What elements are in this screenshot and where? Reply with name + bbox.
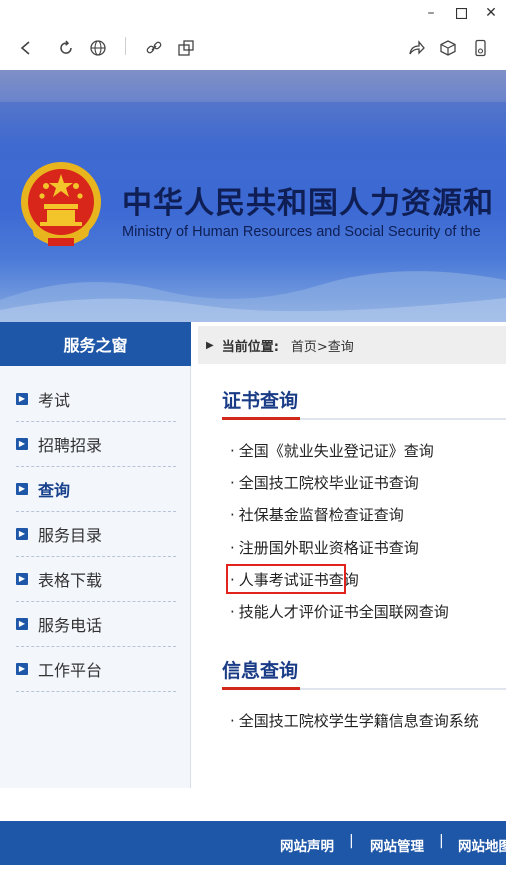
minimize-button[interactable]: – (420, 2, 442, 24)
sidebar-item-query[interactable]: ▶ 查询 (16, 466, 176, 512)
link-skill-evaluation-certificate[interactable]: · 技能人才评价证书全国联网查询 (230, 601, 449, 622)
sidebar-item-recruitment[interactable]: ▶ 招聘招录 (16, 421, 176, 467)
refresh-icon (60, 40, 72, 54)
site-banner: 中华人民共和国人力资源和 Ministry of Human Resources… (0, 70, 506, 322)
banner-wave-decoration (0, 271, 506, 322)
sidebar-item-service-directory[interactable]: ▶ 服务目录 (16, 511, 176, 557)
link-icon (146, 41, 162, 54)
sidebar-heading: 服务之窗 (0, 322, 191, 366)
sidebar-item-label: 工作平台 (38, 660, 103, 680)
site-subtitle: Ministry of Human Resources and Social S… (122, 224, 481, 240)
back-icon (20, 41, 30, 55)
site-footer: 网站声明 | 网站管理 | 网站地图 (0, 821, 506, 865)
refresh-button[interactable] (54, 36, 78, 60)
sidebar-item-form-download[interactable]: ▶ 表格下载 (16, 556, 176, 602)
3d-view-button[interactable] (436, 36, 460, 60)
link-employment-registration[interactable]: · 全国《就业失业登记证》查询 (230, 440, 434, 461)
cube-icon (440, 40, 456, 56)
sidebar-item-label: 表格下载 (38, 570, 103, 590)
breadcrumb: ▶ 当前位置: 首页>查询 (198, 326, 506, 364)
sidebar-item-label: 服务目录 (38, 525, 103, 545)
screenshot-icon (178, 40, 194, 56)
info-section-title: 信息查询 (222, 660, 299, 682)
footer-link-statement[interactable]: 网站声明 (280, 835, 334, 855)
send-to-phone-button[interactable] (468, 36, 492, 60)
sidebar-item-label: 招聘招录 (38, 435, 103, 455)
globe-icon (90, 40, 106, 56)
arrow-bullet-icon: ▶ (16, 617, 28, 630)
breadcrumb-label: 当前位置: (221, 339, 279, 355)
arrow-bullet-icon: ▶ (16, 392, 28, 405)
highlight-box (226, 564, 346, 594)
maximize-button[interactable] (450, 2, 472, 24)
arrow-bullet-icon: ▶ (16, 572, 28, 585)
footer-separator: | (349, 833, 354, 849)
banner-top-strip (0, 70, 506, 102)
window-titlebar: – ✕ (0, 0, 506, 26)
link-foreign-qualification[interactable]: · 注册国外职业资格证书查询 (230, 537, 419, 558)
sidebar-item-label: 查询 (38, 480, 71, 500)
browser-toolbar (0, 26, 506, 70)
arrow-bullet-icon: ▶ (16, 437, 28, 450)
copy-link-button[interactable] (142, 36, 166, 60)
footer-link-management[interactable]: 网站管理 (370, 835, 424, 855)
share-button[interactable] (404, 36, 428, 60)
sidebar-item-service-phone[interactable]: ▶ 服务电话 (16, 601, 176, 647)
national-emblem-icon (21, 162, 101, 246)
site-title: 中华人民共和国人力资源和 (122, 186, 494, 221)
close-button[interactable]: ✕ (480, 2, 502, 24)
maximize-icon (455, 7, 467, 19)
screenshot-button[interactable] (174, 36, 198, 60)
arrow-bullet-icon: ▶ (16, 662, 28, 675)
sidebar-item-label: 考试 (38, 390, 71, 410)
service-sidebar: 服务之窗 ▶ 考试 ▶ 招聘招录 ▶ 查询 ▶ 服务目录 ▶ 表格下载 ▶ 服务… (0, 322, 191, 788)
breadcrumb-path[interactable]: 首页>查询 (291, 336, 354, 355)
site-info-button[interactable] (86, 36, 110, 60)
link-student-enrollment-system[interactable]: · 全国技工院校学生学籍信息查询系统 (230, 710, 479, 731)
phone-icon (475, 39, 486, 57)
footer-link-sitemap[interactable]: 网站地图 (458, 835, 506, 855)
back-button[interactable] (14, 36, 38, 60)
sidebar-item-exam[interactable]: ▶ 考试 (16, 376, 176, 422)
arrow-bullet-icon: ▶ (16, 527, 28, 540)
link-social-security-fund-inspection[interactable]: · 社保基金监督检查证查询 (230, 504, 404, 525)
toolbar-divider (125, 37, 126, 55)
sidebar-item-label: 服务电话 (38, 615, 103, 635)
sidebar-item-work-platform[interactable]: ▶ 工作平台 (16, 646, 176, 692)
share-icon (409, 40, 425, 55)
certificate-section-title: 证书查询 (222, 390, 299, 412)
breadcrumb-arrow-icon: ▶ (206, 339, 214, 351)
link-technical-school-diploma[interactable]: · 全国技工院校毕业证书查询 (230, 472, 419, 493)
section-accent-bar (222, 417, 300, 420)
footer-separator: | (439, 833, 444, 849)
section-accent-bar (222, 687, 300, 690)
arrow-bullet-icon: ▶ (16, 482, 28, 495)
